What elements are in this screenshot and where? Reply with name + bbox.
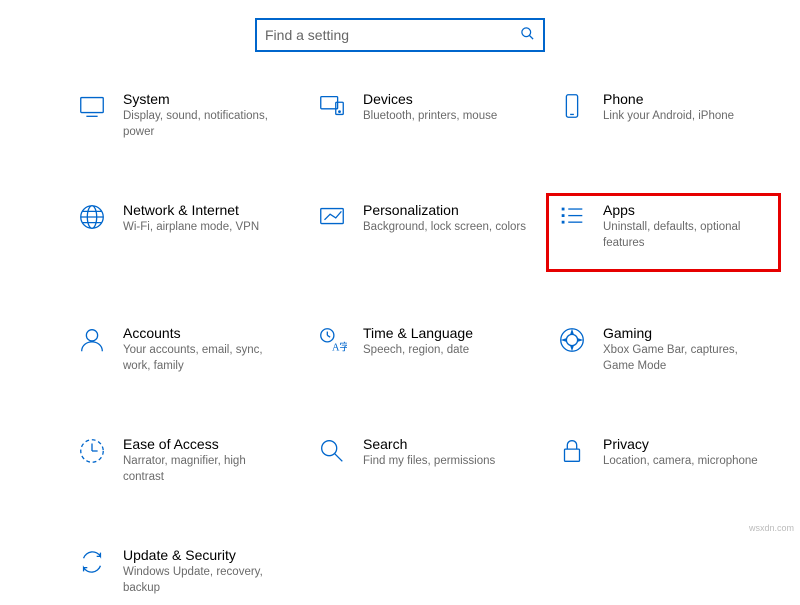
tile-desc: Location, camera, microphone (603, 454, 768, 470)
lock-icon (555, 434, 589, 468)
watermark: wsxdn.com (749, 523, 794, 533)
gaming-icon (555, 323, 589, 357)
tile-desc: Windows Update, recovery, backup (123, 565, 288, 596)
tile-desc: Wi-Fi, airplane mode, VPN (123, 220, 288, 236)
tile-ease-of-access[interactable]: Ease of Access Narrator, magnifier, high… (66, 427, 301, 494)
tile-title: Personalization (363, 202, 532, 218)
tile-desc: Xbox Game Bar, captures, Game Mode (603, 343, 768, 374)
globe-icon (75, 200, 109, 234)
tile-title: Accounts (123, 325, 292, 341)
paintbrush-icon (315, 200, 349, 234)
ease-of-access-icon (75, 434, 109, 468)
phone-icon (555, 89, 589, 123)
tile-desc: Background, lock screen, colors (363, 220, 528, 236)
tile-title: Ease of Access (123, 436, 292, 452)
tile-title: Network & Internet (123, 202, 292, 218)
tile-desc: Uninstall, defaults, optional features (603, 220, 768, 251)
tile-title: Devices (363, 91, 532, 107)
tile-update-security[interactable]: Update & Security Windows Update, recove… (66, 538, 301, 605)
tile-privacy[interactable]: Privacy Location, camera, microphone (546, 427, 781, 494)
tile-apps[interactable]: Apps Uninstall, defaults, optional featu… (546, 193, 781, 272)
tile-desc: Display, sound, notifications, power (123, 109, 288, 140)
tile-search[interactable]: Search Find my files, permissions (306, 427, 541, 494)
update-icon (75, 545, 109, 579)
apps-icon (555, 200, 589, 234)
tile-desc: Narrator, magnifier, high contrast (123, 454, 288, 485)
tile-title: Phone (603, 91, 772, 107)
person-icon (75, 323, 109, 357)
tile-devices[interactable]: Devices Bluetooth, printers, mouse (306, 82, 541, 149)
tile-title: Privacy (603, 436, 772, 452)
tile-time-language[interactable]: A字 Time & Language Speech, region, date (306, 316, 541, 383)
tile-title: Gaming (603, 325, 772, 341)
tile-personalization[interactable]: Personalization Background, lock screen,… (306, 193, 541, 272)
tile-phone[interactable]: Phone Link your Android, iPhone (546, 82, 781, 149)
search-tile-icon (315, 434, 349, 468)
tile-desc: Bluetooth, printers, mouse (363, 109, 528, 125)
tile-desc: Speech, region, date (363, 343, 528, 359)
tile-network[interactable]: Network & Internet Wi-Fi, airplane mode,… (66, 193, 301, 272)
tile-system[interactable]: System Display, sound, notifications, po… (66, 82, 301, 149)
search-box[interactable] (255, 18, 545, 52)
tile-title: Time & Language (363, 325, 532, 341)
search-icon (520, 26, 535, 44)
system-icon (75, 89, 109, 123)
tile-accounts[interactable]: Accounts Your accounts, email, sync, wor… (66, 316, 301, 383)
svg-text:A字: A字 (332, 340, 347, 353)
tile-desc: Link your Android, iPhone (603, 109, 768, 125)
time-language-icon: A字 (315, 323, 349, 357)
settings-grid: System Display, sound, notifications, po… (0, 82, 800, 605)
devices-icon (315, 89, 349, 123)
tile-desc: Find my files, permissions (363, 454, 528, 470)
tile-desc: Your accounts, email, sync, work, family (123, 343, 288, 374)
tile-title: Search (363, 436, 532, 452)
search-input[interactable] (265, 27, 520, 43)
tile-title: Update & Security (123, 547, 292, 563)
tile-title: Apps (603, 202, 772, 218)
tile-gaming[interactable]: Gaming Xbox Game Bar, captures, Game Mod… (546, 316, 781, 383)
tile-title: System (123, 91, 292, 107)
